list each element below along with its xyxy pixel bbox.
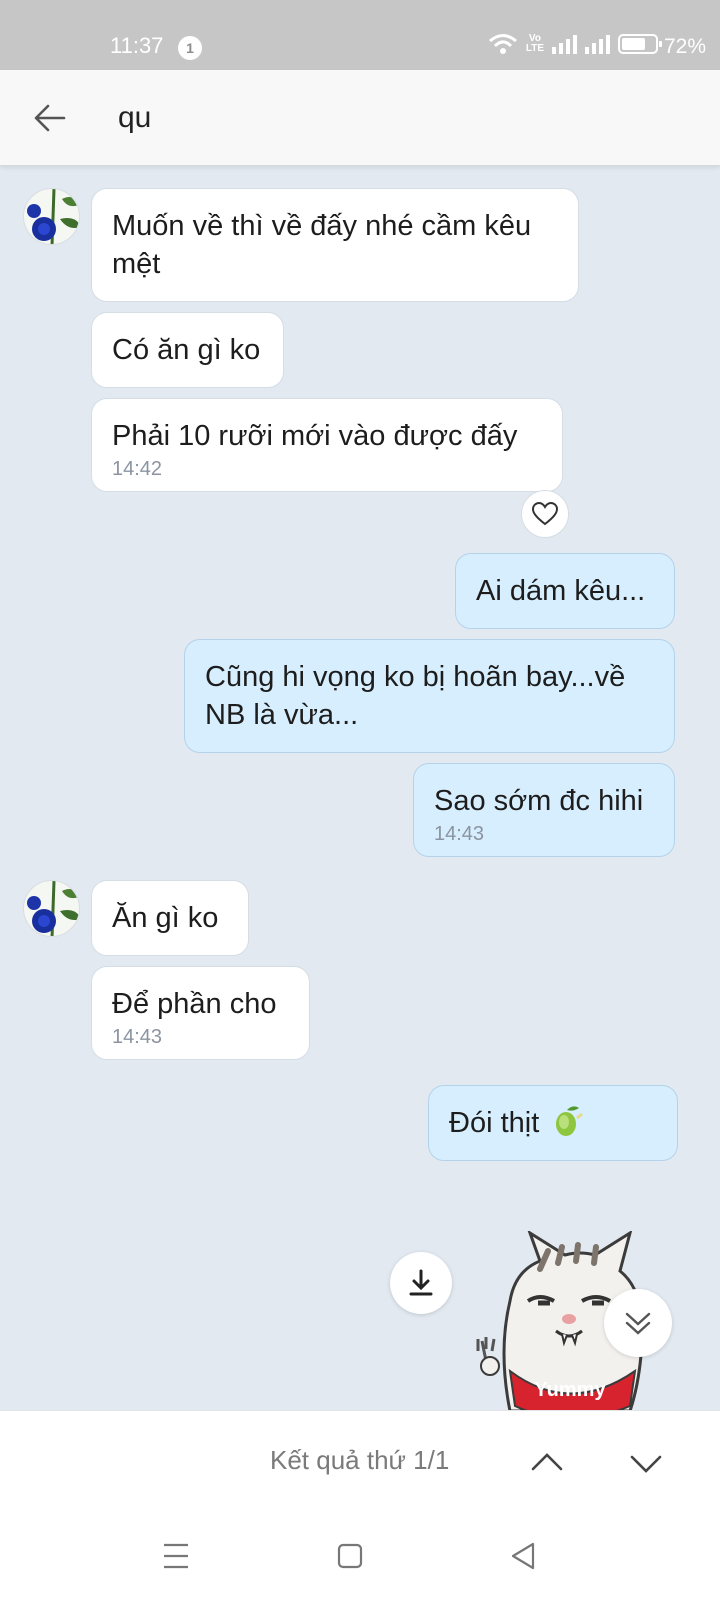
message-bubble[interactable]: Phải 10 rưỡi mới vào được đấy 14:42: [91, 398, 563, 492]
message-bubble[interactable]: Sao sớm đc hihi 14:43: [413, 763, 675, 857]
message-bubble[interactable]: Đói thịt: [428, 1085, 678, 1161]
message-time: 14:42: [112, 458, 163, 480]
message-text: Phải 10 rưỡi mới vào được đấy: [112, 420, 518, 452]
blue-rose-image: [27, 881, 79, 936]
blue-rose-image: [27, 189, 79, 244]
message-text: Đói thịt: [449, 1107, 540, 1139]
status-bar: 11:37 1 Vo LTE 72%: [0, 0, 720, 70]
battery-percent: 72%: [663, 35, 706, 58]
message-bubble[interactable]: Ai dám kêu...: [455, 553, 675, 629]
status-icons: Vo LTE: [488, 33, 662, 55]
battery-icon: [618, 34, 662, 54]
double-chevron-down-icon: [625, 1312, 651, 1335]
home-square-icon[interactable]: [330, 1536, 370, 1576]
download-button[interactable]: [390, 1252, 452, 1314]
search-result-count: Kết quả thứ 1/1: [270, 1445, 450, 1475]
message-text: Ăn gì ko: [112, 902, 219, 934]
search-header: [0, 70, 720, 166]
wifi-icon: [488, 34, 517, 54]
previous-result-button[interactable]: [525, 1441, 569, 1485]
search-input[interactable]: [118, 98, 658, 138]
react-button[interactable]: [521, 490, 569, 538]
scroll-to-bottom-button[interactable]: [604, 1289, 672, 1357]
heart-icon: [532, 502, 558, 526]
sticker-text: Yummy: [534, 1379, 606, 1401]
message-time: 14:43: [112, 1026, 163, 1048]
signal-icon-2: [585, 34, 610, 54]
message-bubble[interactable]: Cũng hi vọng ko bị hoãn bay...về NB là v…: [184, 639, 675, 753]
message-time: 14:43: [434, 823, 485, 845]
message-text: Để phần cho: [112, 988, 277, 1020]
contact-avatar[interactable]: [23, 880, 80, 937]
download-icon: [409, 1269, 433, 1296]
notification-badge: 1: [178, 36, 202, 60]
back-triangle-icon[interactable]: [503, 1536, 543, 1576]
message-bubble[interactable]: Để phần cho 14:43: [91, 966, 310, 1060]
message-text: Muốn về thì về đấy nhé cầm kêu mệt: [112, 210, 532, 280]
chat-area[interactable]: Muốn về thì về đấy nhé cầm kêu mệt Có ăn…: [0, 166, 720, 1410]
message-text: Ai dám kêu...: [476, 575, 646, 607]
volte-icon: Vo LTE: [525, 33, 544, 54]
signal-icon-1: [552, 34, 577, 54]
message-bubble[interactable]: Có ăn gì ko: [91, 312, 284, 388]
contact-avatar[interactable]: [23, 188, 80, 245]
vegetable-emoji-icon: [556, 1106, 584, 1136]
system-navigation-bar: [0, 1514, 720, 1600]
menu-icon[interactable]: [156, 1536, 196, 1576]
status-time: 11:37: [110, 33, 164, 58]
search-result-bar: Kết quả thứ 1/1: [0, 1410, 720, 1514]
message-bubble[interactable]: Ăn gì ko: [91, 880, 249, 956]
message-text: Sao sớm đc hihi: [434, 785, 644, 817]
back-arrow-icon[interactable]: [30, 98, 70, 138]
next-result-button[interactable]: [624, 1441, 668, 1485]
message-text: Cũng hi vọng ko bị hoãn bay...về NB là v…: [205, 661, 626, 731]
message-text: Có ăn gì ko: [112, 334, 261, 366]
message-bubble[interactable]: Muốn về thì về đấy nhé cầm kêu mệt: [91, 188, 579, 302]
